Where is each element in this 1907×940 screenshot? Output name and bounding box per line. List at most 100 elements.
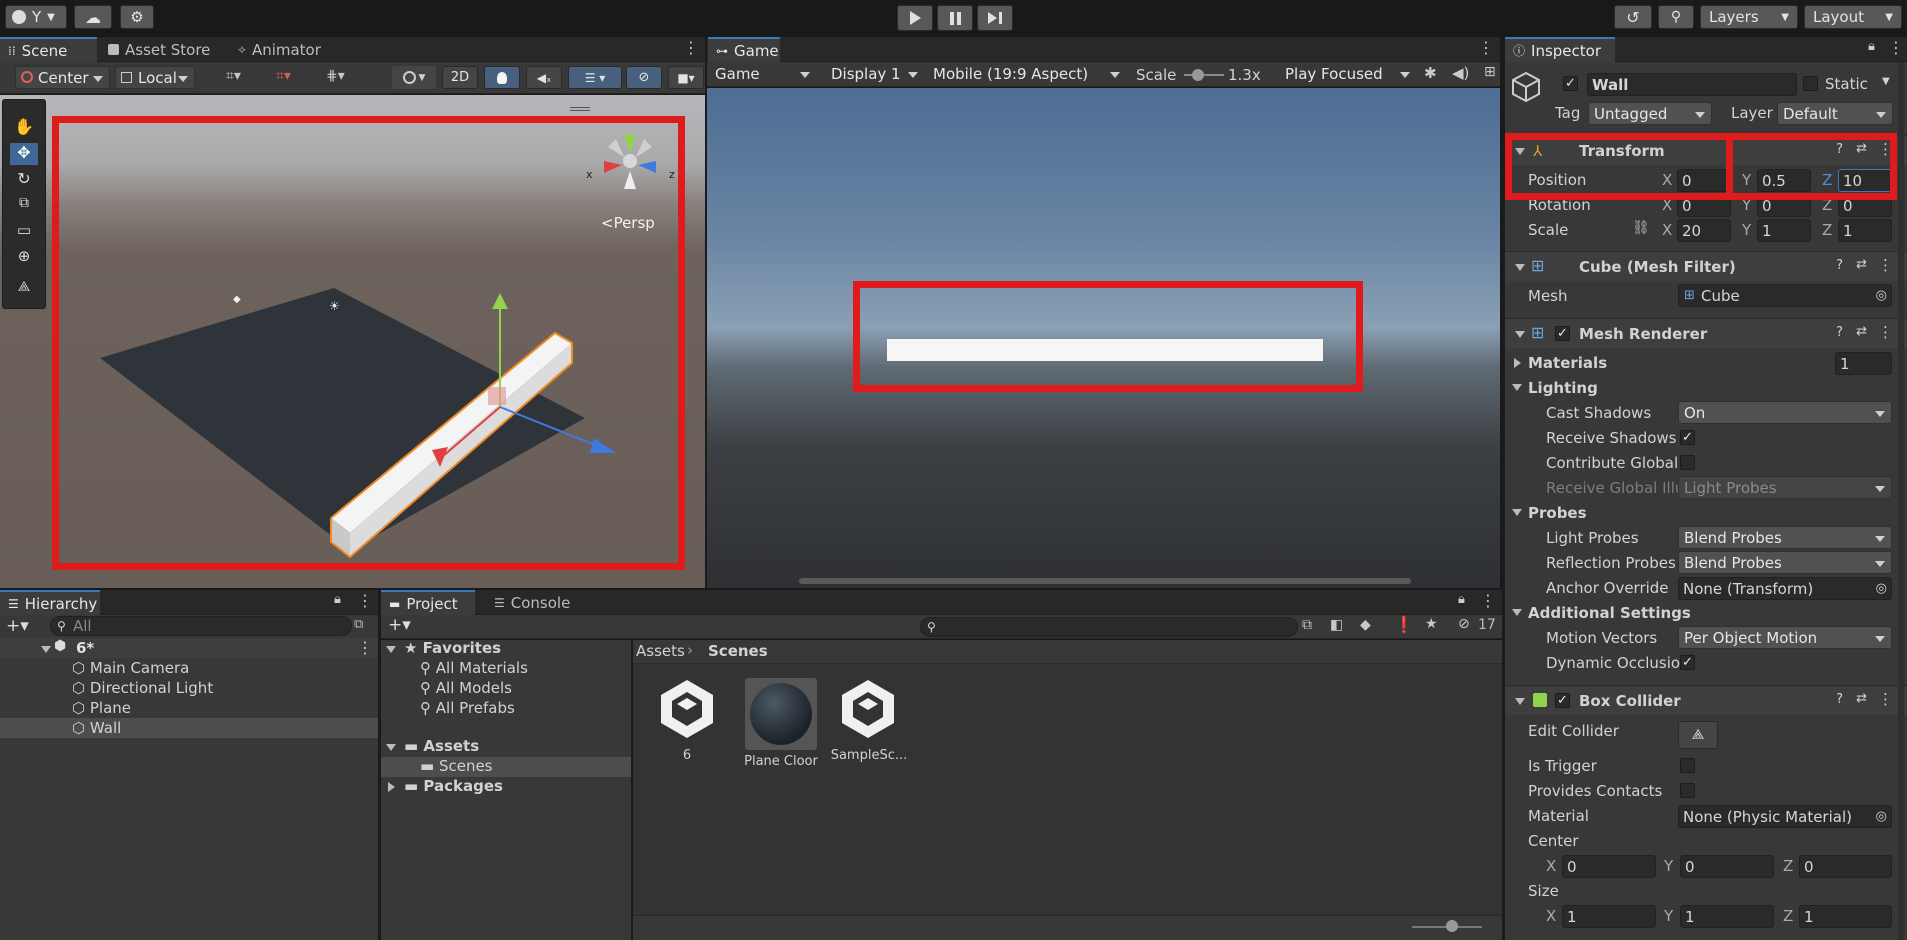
- object-name-input[interactable]: Wall: [1587, 73, 1797, 96]
- favorite-item[interactable]: ⚲ All Models: [420, 679, 512, 697]
- preset-icon[interactable]: ⇄: [1856, 691, 1867, 706]
- aspect-dropdown[interactable]: Mobile (19:9 Aspect): [928, 63, 1126, 86]
- mesh-renderer-fold-arrow[interactable]: [1515, 331, 1525, 338]
- lighting-fold-arrow[interactable]: [1512, 384, 1522, 391]
- file-item[interactable]: 6: [655, 678, 719, 774]
- scale-x-input[interactable]: 20: [1677, 219, 1731, 242]
- account-dropdown[interactable]: Y ▼: [5, 5, 67, 29]
- inspector-scrollbar[interactable]: [1898, 62, 1904, 940]
- eye-off-icon[interactable]: ⊘: [1458, 616, 1470, 632]
- tab-asset-store[interactable]: Asset Store: [100, 37, 218, 62]
- preset-icon[interactable]: ⇄: [1856, 324, 1867, 339]
- camera-button[interactable]: ■▾: [668, 66, 704, 89]
- label-icon[interactable]: ◆: [1360, 617, 1371, 633]
- file-item[interactable]: SampleSc...: [826, 678, 912, 774]
- favorite-item[interactable]: ⚲ All Prefabs: [420, 699, 515, 717]
- increment-snap-icon[interactable]: ⌗▾: [276, 68, 291, 84]
- icon-size-slider[interactable]: [1412, 920, 1482, 932]
- lighting-toggle[interactable]: [484, 66, 520, 89]
- stats-icon[interactable]: ⊞: [1484, 64, 1496, 80]
- link-off-icon[interactable]: ⛓: [1632, 220, 1650, 236]
- audio-toggle[interactable]: ◀ₓ: [526, 66, 562, 89]
- mesh-renderer-enabled-checkbox[interactable]: ✓: [1555, 326, 1570, 341]
- preset-icon[interactable]: ⇄: [1856, 257, 1867, 272]
- play-button[interactable]: [897, 5, 933, 31]
- effects-toggle[interactable]: ☰ ▾: [568, 66, 622, 89]
- provides-contacts-checkbox[interactable]: [1680, 783, 1695, 798]
- probes-fold-arrow[interactable]: [1512, 509, 1522, 516]
- star-icon[interactable]: ★: [1425, 616, 1438, 632]
- tag-dropdown[interactable]: Untagged: [1588, 102, 1712, 125]
- help-icon[interactable]: ?: [1836, 692, 1843, 707]
- cloud-button[interactable]: ☁: [74, 5, 112, 29]
- assets-folder[interactable]: ▬ Assets: [404, 737, 479, 755]
- object-active-checkbox[interactable]: ✓: [1563, 76, 1578, 91]
- scenes-folder[interactable]: ▬ Scenes: [420, 757, 493, 775]
- space-dropdown[interactable]: Local: [115, 66, 195, 89]
- search-options-icon[interactable]: ⧉: [1302, 617, 1312, 633]
- game-scrollbar[interactable]: [799, 578, 1411, 584]
- list-item[interactable]: ⬡ Wall: [72, 719, 121, 737]
- list-item[interactable]: ⬡ Plane: [72, 699, 131, 717]
- breadcrumb-assets[interactable]: Assets: [636, 642, 685, 660]
- anchor-override-field[interactable]: None (Transform) ◎: [1678, 577, 1892, 600]
- grid-visibility-icon[interactable]: ⋕▾: [326, 68, 345, 84]
- center-z-input[interactable]: 0: [1799, 855, 1892, 878]
- game-menu-icon[interactable]: ⋮: [1478, 38, 1494, 57]
- project-menu-icon[interactable]: ⋮: [1480, 591, 1496, 610]
- render-mode-button[interactable]: ▼: [392, 66, 436, 89]
- center-y-input[interactable]: 0: [1680, 855, 1774, 878]
- object-picker-icon[interactable]: ◎: [1876, 806, 1887, 827]
- help-icon[interactable]: ?: [1836, 258, 1843, 273]
- lock-icon[interactable]: 🔒︎: [1458, 592, 1465, 607]
- edit-collider-button[interactable]: ⟁: [1678, 721, 1718, 749]
- cast-shadows-dropdown[interactable]: On: [1678, 401, 1892, 424]
- box-collider-fold-arrow[interactable]: [1515, 698, 1525, 705]
- static-dropdown-icon[interactable]: ▼: [1882, 76, 1890, 87]
- component-menu-icon[interactable]: ⋮: [1878, 690, 1893, 708]
- additional-fold-arrow[interactable]: [1512, 609, 1522, 616]
- scene-fold-arrow[interactable]: [41, 646, 51, 653]
- size-z-input[interactable]: 1: [1799, 905, 1892, 928]
- favorite-item[interactable]: ⚲ All Materials: [420, 659, 528, 677]
- game-view-dropdown[interactable]: Game: [710, 63, 816, 86]
- size-y-input[interactable]: 1: [1680, 905, 1774, 928]
- layout-dropdown[interactable]: Layout ▼: [1804, 5, 1902, 29]
- component-menu-icon[interactable]: ⋮: [1878, 256, 1893, 274]
- hierarchy-search-input[interactable]: ⚲ All: [50, 616, 352, 636]
- reflection-probes-dropdown[interactable]: Blend Probes: [1678, 551, 1892, 574]
- packages-folder[interactable]: ▬ Packages: [404, 777, 503, 795]
- size-x-input[interactable]: 1: [1562, 905, 1656, 928]
- search-button[interactable]: ⚲: [1658, 5, 1694, 29]
- history-button[interactable]: ↺: [1614, 5, 1652, 29]
- project-search-input[interactable]: ⚲: [920, 617, 1298, 637]
- tab-scene[interactable]: ⁞⁞ Scene: [0, 37, 97, 62]
- tab-animator[interactable]: ⟡ Animator: [230, 37, 329, 62]
- display-dropdown[interactable]: Display 1: [826, 63, 924, 86]
- component-menu-icon[interactable]: ⋮: [1878, 323, 1893, 341]
- receive-shadows-checkbox[interactable]: ✓: [1680, 430, 1695, 445]
- pause-button[interactable]: [937, 5, 973, 31]
- motion-vectors-dropdown[interactable]: Per Object Motion: [1678, 626, 1892, 649]
- materials-label[interactable]: Materials: [1528, 354, 1607, 372]
- is-trigger-checkbox[interactable]: [1680, 758, 1695, 773]
- step-button[interactable]: [977, 5, 1013, 31]
- center-x-input[interactable]: 0: [1562, 855, 1656, 878]
- search-options-icon[interactable]: ⧉: [354, 617, 363, 632]
- scene-menu-icon[interactable]: ⋮: [683, 38, 699, 57]
- materials-count-input[interactable]: 1: [1835, 352, 1892, 375]
- breadcrumb-scenes[interactable]: Scenes: [708, 642, 768, 660]
- scale-slider-thumb[interactable]: [1192, 69, 1204, 81]
- collider-material-field[interactable]: None (Physic Material) ◎: [1678, 805, 1892, 828]
- box-collider-enabled-checkbox[interactable]: ✓: [1555, 693, 1570, 708]
- services-button[interactable]: ⚙: [120, 5, 154, 29]
- speaker-icon[interactable]: ◀): [1452, 64, 1469, 82]
- static-checkbox[interactable]: [1803, 76, 1818, 91]
- assets-fold-arrow[interactable]: [386, 744, 396, 751]
- hierarchy-add-button[interactable]: +▾: [6, 616, 29, 636]
- packages-fold-arrow[interactable]: [388, 782, 395, 792]
- warning-icon[interactable]: ❗: [1394, 615, 1414, 634]
- favorites-fold-arrow[interactable]: [386, 646, 396, 653]
- filter-type-icon[interactable]: ◧: [1330, 617, 1343, 633]
- scene-menu-icon[interactable]: ⋮: [357, 638, 373, 657]
